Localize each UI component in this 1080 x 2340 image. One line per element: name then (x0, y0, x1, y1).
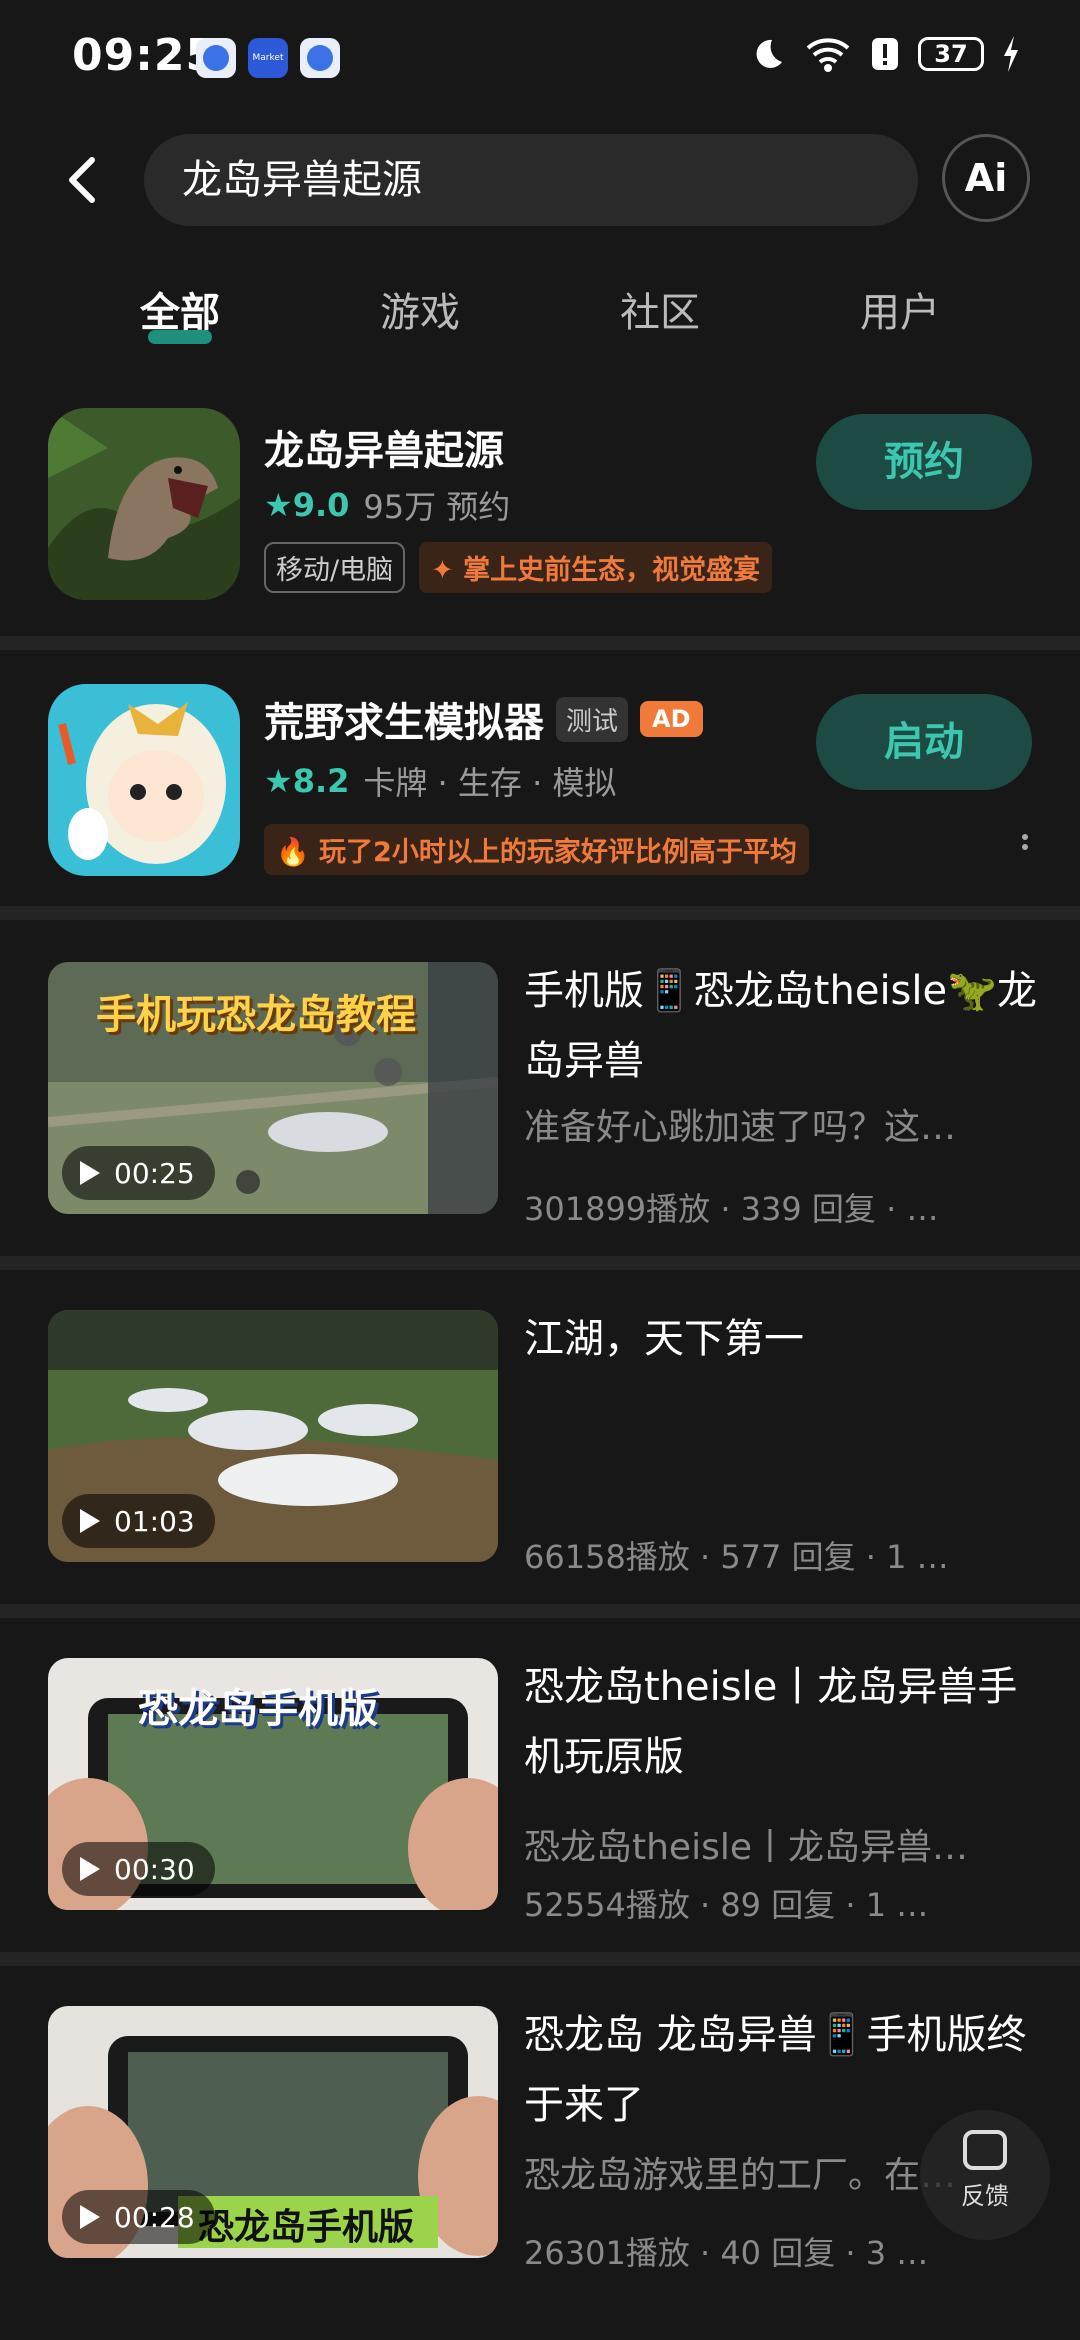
feedback-icon (963, 2130, 1007, 2170)
promo-tag: 🔥 玩了2小时以上的玩家好评比例高于平均 (264, 824, 809, 875)
divider (0, 1604, 1080, 1618)
app-tags: 移动/电脑 ✦ 掌上史前生态，视觉盛宴 (264, 542, 773, 593)
video-thumbnail: 手机玩恐龙岛教程 00:25 (48, 962, 498, 1214)
video-description: 恐龙岛theisle丨龙岛异兽… (524, 1827, 968, 1868)
rating: ★9.0 (264, 486, 350, 524)
genre-tags: 卡牌 · 生存 · 模拟 (363, 764, 617, 802)
duration-badge: 01:03 (62, 1494, 215, 1548)
tab-community[interactable]: 社区 (620, 280, 700, 338)
app-meta: ★9.0 95万 预约 (264, 482, 510, 528)
wifi-icon (806, 38, 850, 72)
alert-icon (872, 38, 898, 70)
duration-badge: 00:30 (62, 1842, 215, 1896)
play-icon (80, 1857, 100, 1881)
back-icon[interactable] (56, 150, 116, 210)
duration-badge: 00:25 (62, 1146, 215, 1200)
app-icon (48, 408, 240, 600)
moon-icon (756, 39, 782, 68)
duration-badge: 00:28 (62, 2190, 215, 2244)
app-name: 龙岛异兽起源 (264, 428, 504, 474)
video-thumbnail: 恐龙岛手机版 00:28 (48, 2006, 498, 2258)
video-stats: 52554播放 · 89 回复 · 1 … (524, 1886, 929, 1924)
battery-icon: 37 (918, 37, 984, 71)
video-stats: 66158播放 · 577 回复 · 1 … (524, 1538, 949, 1576)
app-notification-icon (196, 38, 236, 78)
app-icon (48, 684, 240, 876)
play-icon (80, 1509, 100, 1533)
promo-tag: ✦ 掌上史前生态，视觉盛宴 (419, 542, 773, 593)
video-title: 手机版📱恐龙岛theisle🦖龙岛异兽 (524, 968, 1037, 1084)
market-notification-icon: Market (248, 38, 288, 78)
app-notification-icon (300, 38, 340, 78)
test-badge: 测试 (556, 696, 629, 742)
video-result-item[interactable]: 恐龙岛手机版 00:28 恐龙岛 龙岛异兽📱手机版终于来了 恐龙岛游戏里的工厂。… (0, 2006, 1080, 2274)
platform-tag: 移动/电脑 (264, 542, 406, 593)
category-tabs: 全部 游戏 社区 用户 (0, 280, 1080, 370)
app-tags: 🔥 玩了2小时以上的玩家好评比例高于平均 (264, 824, 809, 875)
video-stats: 301899播放 · 339 回复 · … (524, 1190, 939, 1228)
thumbnail-caption: 恐龙岛手机版 (138, 1686, 378, 1732)
divider (0, 1952, 1080, 1966)
video-result-item[interactable]: 01:03 江湖，天下第一 66158播放 · 577 回复 · 1 … (0, 1310, 1080, 1578)
play-icon (80, 1161, 100, 1185)
play-icon (80, 2205, 100, 2229)
charging-icon (1004, 36, 1018, 72)
ad-badge: AD (640, 701, 703, 737)
status-icons: 37 (746, 34, 1020, 74)
search-header: 龙岛异兽起源 Ai (0, 130, 1080, 230)
app-result-item[interactable]: 龙岛异兽起源 ★9.0 95万 预约 移动/电脑 ✦ 掌上史前生态，视觉盛宴 预… (0, 408, 1080, 628)
feedback-button[interactable]: 反馈 (920, 2110, 1050, 2240)
video-result-item[interactable]: 手机玩恐龙岛教程 00:25 手机版📱恐龙岛theisle🦖龙岛异兽 准备好心跳… (0, 962, 1080, 1230)
video-title: 恐龙岛theisle丨龙岛异兽手机玩原版 (524, 1664, 1018, 1780)
video-title: 江湖，天下第一 (524, 1316, 804, 1362)
tab-games[interactable]: 游戏 (380, 280, 460, 338)
rating: ★8.2 (264, 762, 350, 800)
feedback-label: 反馈 (961, 2182, 1009, 2210)
app-meta: ★8.2 卡牌 · 生存 · 模拟 (264, 758, 616, 804)
ai-button[interactable]: Ai (942, 134, 1030, 222)
reserve-button[interactable]: 预约 (816, 414, 1032, 510)
video-result-item[interactable]: 恐龙岛手机版 00:30 恐龙岛theisle丨龙岛异兽手机玩原版 恐龙岛the… (0, 1658, 1080, 1926)
app-result-item[interactable]: 荒野求生模拟器 测试 AD ★8.2 卡牌 · 生存 · 模拟 🔥 玩了2小时以… (0, 684, 1080, 904)
status-bar: 09:25 Market 37 (0, 0, 1080, 120)
launch-button[interactable]: 启动 (816, 694, 1032, 790)
thumbnail-caption: 恐龙岛手机版 (198, 2207, 415, 2248)
thumbnail-caption: 手机玩恐龙岛教程 (96, 992, 416, 1038)
tab-users[interactable]: 用户 (860, 280, 940, 338)
divider (0, 906, 1080, 920)
divider (0, 1256, 1080, 1270)
more-options-icon[interactable] (1010, 830, 1040, 870)
app-name: 荒野求生模拟器 (264, 700, 544, 746)
video-thumbnail: 恐龙岛手机版 00:30 (48, 1658, 498, 1910)
app-name-row: 荒野求生模拟器 测试 AD (264, 690, 703, 748)
video-thumbnail: 01:03 (48, 1310, 498, 1562)
search-input[interactable]: 龙岛异兽起源 (144, 134, 918, 226)
divider (0, 636, 1080, 650)
tab-all[interactable]: 全部 (140, 280, 220, 344)
reservation-count: 95万 预约 (363, 488, 511, 526)
video-description: 准备好心跳加速了吗？这… (524, 1107, 957, 1148)
